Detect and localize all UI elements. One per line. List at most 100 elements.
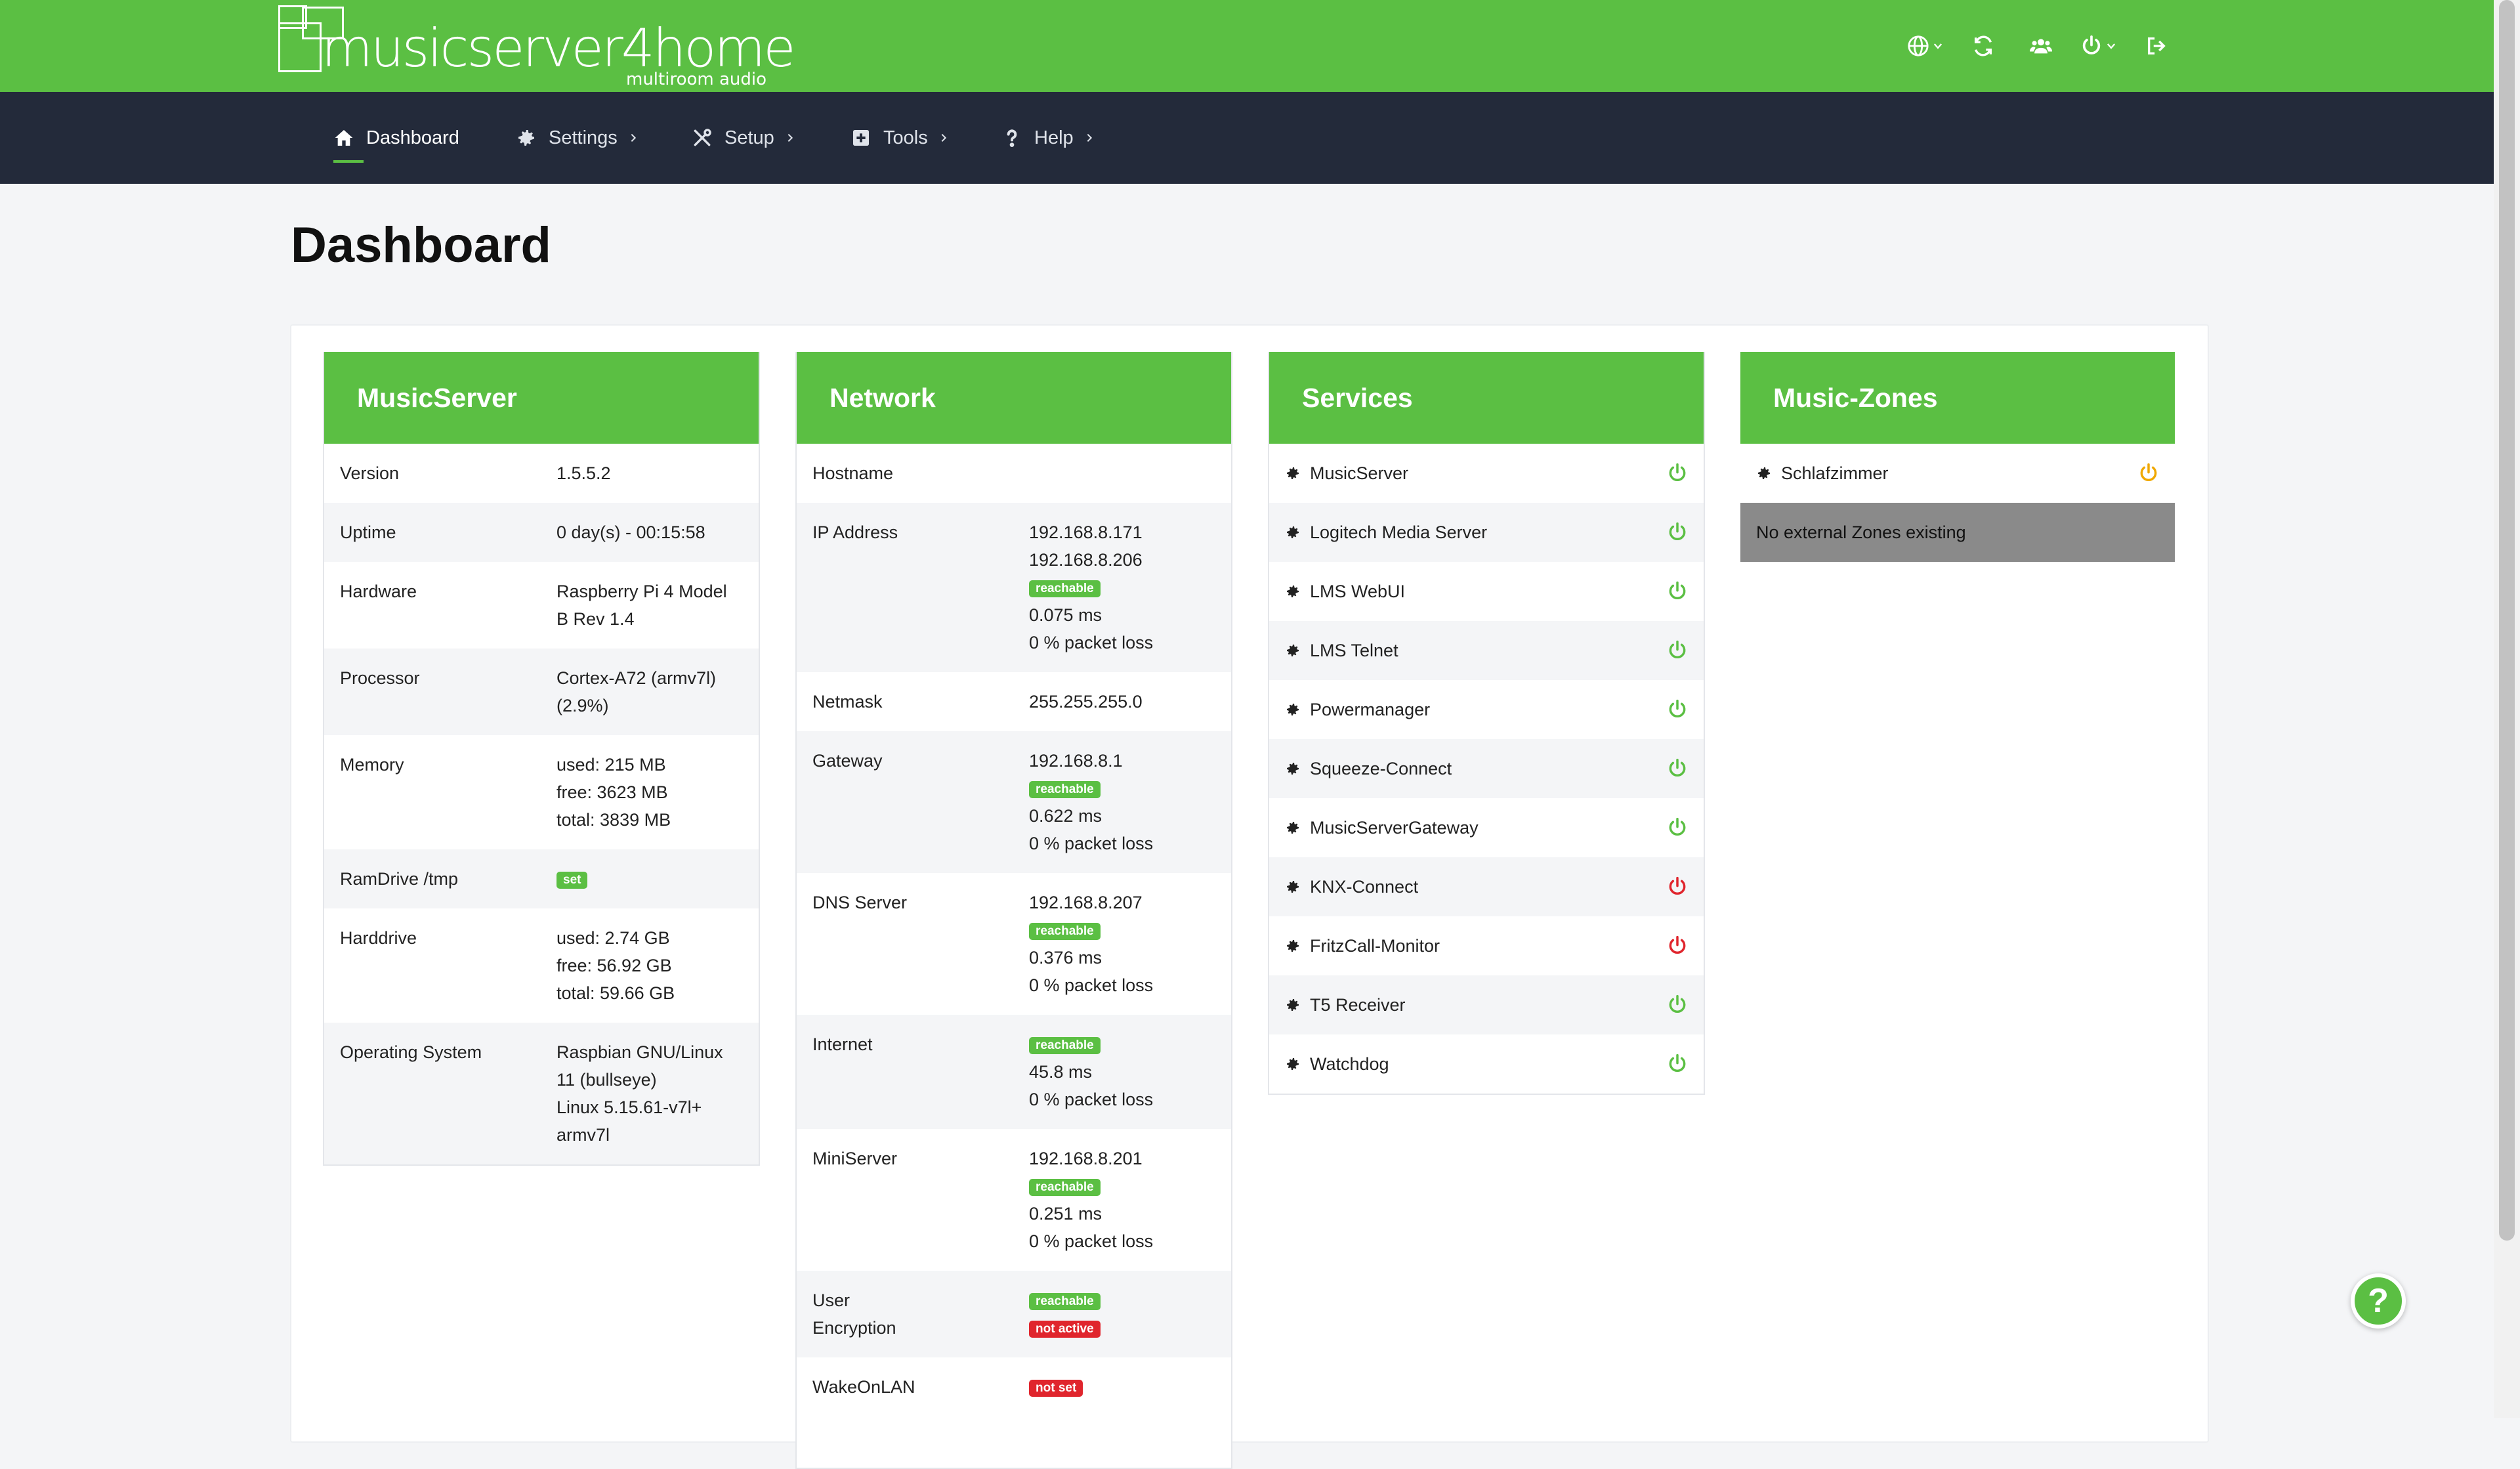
row-key: Operating System xyxy=(340,1042,482,1062)
net-row-miniserver: MiniServer 192.168.8.201 reachable 0.251… xyxy=(797,1129,1231,1271)
network-rows: Hostname IP Address 192.168.8.171 192.16… xyxy=(797,444,1231,1416)
power-status-icon[interactable] xyxy=(1667,758,1688,779)
power-status-icon[interactable] xyxy=(1667,522,1688,543)
value-line: 0 % packet loss xyxy=(1029,975,1154,995)
refresh-button[interactable] xyxy=(1954,28,2012,64)
badge-line: reachable xyxy=(1029,775,1215,802)
service-item[interactable]: Logitech Media Server xyxy=(1269,503,1704,562)
reachable-badge: reachable xyxy=(1029,922,1101,940)
gear-icon xyxy=(1287,1058,1299,1070)
net-row-ip: IP Address 192.168.8.171 192.168.8.206 r… xyxy=(797,503,1231,672)
reachable-badge: reachable xyxy=(1029,1036,1101,1054)
nav-label: Help xyxy=(1034,127,1074,148)
power-status-icon[interactable] xyxy=(1667,876,1688,897)
value-line: total: 59.66 GB xyxy=(556,983,675,1003)
service-label: Powermanager xyxy=(1310,699,1431,719)
row-key: Harddrive xyxy=(340,928,417,948)
row-value: reachable 45.8 ms 0 % packet loss xyxy=(1029,1031,1215,1113)
no-zones-message: No external Zones existing xyxy=(1740,503,2175,562)
main-nav: Dashboard Settings Setup Tools Help xyxy=(0,92,2494,184)
not-set-badge: not set xyxy=(1029,1379,1083,1397)
service-label: FritzCall-Monitor xyxy=(1310,935,1440,956)
zone-item[interactable]: Schlafzimmer xyxy=(1740,444,2175,503)
service-item[interactable]: MusicServerGateway xyxy=(1269,798,1704,857)
value-line: 45.8 ms xyxy=(1029,1062,1093,1082)
row-value: 192.168.8.201 reachable 0.251 ms 0 % pac… xyxy=(1029,1145,1215,1255)
service-item[interactable]: KNX-Connect xyxy=(1269,857,1704,916)
power-status-icon[interactable] xyxy=(1667,817,1688,838)
gear-icon xyxy=(1287,645,1299,656)
value-line: 0 % packet loss xyxy=(1029,1090,1154,1109)
nav-dashboard[interactable]: Dashboard xyxy=(333,92,459,184)
gear-icon xyxy=(1287,822,1299,834)
service-item[interactable]: LMS Telnet xyxy=(1269,621,1704,680)
nav-label: Tools xyxy=(883,127,928,148)
power-status-icon[interactable] xyxy=(2138,463,2159,484)
nav-settings[interactable]: Settings xyxy=(516,92,639,184)
chevron-down-icon xyxy=(2107,43,2116,49)
globe-icon xyxy=(1908,35,1929,56)
row-value: used: 215 MB free: 3623 MB total: 3839 M… xyxy=(556,751,743,834)
logout-button[interactable] xyxy=(2128,28,2185,64)
refresh-icon xyxy=(1974,35,1992,56)
row-key: Hardware xyxy=(340,582,417,601)
power-status-icon[interactable] xyxy=(1667,581,1688,602)
power-status-icon[interactable] xyxy=(1667,463,1688,484)
power-menu-button[interactable] xyxy=(2070,28,2128,64)
row-value: 192.168.8.1 reachable 0.622 ms 0 % packe… xyxy=(1029,747,1215,857)
page-scrollbar[interactable] xyxy=(2494,0,2520,1418)
value-line: Cortex-A72 (armv7l) xyxy=(556,668,717,688)
zones-card: Music-Zones Schlafzimmer No external Zon… xyxy=(1740,352,2175,562)
scrollbar-thumb[interactable] xyxy=(2499,0,2515,1241)
power-status-icon[interactable] xyxy=(1667,640,1688,661)
service-label: Squeeze-Connect xyxy=(1310,758,1452,778)
nav-setup[interactable]: Setup xyxy=(692,92,795,184)
net-row-dns: DNS Server 192.168.8.207 reachable 0.376… xyxy=(797,873,1231,1015)
power-status-icon[interactable] xyxy=(1667,994,1688,1015)
service-item[interactable]: Watchdog xyxy=(1269,1034,1704,1094)
value-line: 0 % packet loss xyxy=(1029,1231,1154,1251)
plus-square-icon xyxy=(853,130,869,146)
service-item[interactable]: Powermanager xyxy=(1269,680,1704,739)
info-row-os: Operating System Raspbian GNU/Linux 11 (… xyxy=(324,1023,759,1164)
chevron-down-icon xyxy=(1933,43,1942,49)
badge-line: not active xyxy=(1029,1314,1215,1342)
badge-line: reachable xyxy=(1029,574,1215,601)
language-button[interactable] xyxy=(1897,28,1954,64)
service-label: LMS WebUI xyxy=(1310,581,1406,601)
row-value: 0 day(s) - 00:15:58 xyxy=(556,519,743,546)
card-title: Network xyxy=(797,352,1231,444)
row-value xyxy=(1029,459,1215,487)
badge-line: reachable xyxy=(1029,1031,1215,1058)
service-label: Watchdog xyxy=(1310,1054,1389,1074)
service-item[interactable]: LMS WebUI xyxy=(1269,562,1704,621)
service-item[interactable]: FritzCall-Monitor xyxy=(1269,916,1704,975)
row-value: Raspbian GNU/Linux 11 (bullseye) Linux 5… xyxy=(556,1038,743,1149)
service-item[interactable]: T5 Receiver xyxy=(1269,975,1704,1034)
badge-line: reachable xyxy=(1029,1172,1215,1200)
row-key: Netmask xyxy=(812,692,883,712)
row-key: Hostname xyxy=(812,463,894,483)
brand-logo[interactable]: musicserver4home multiroom audio xyxy=(276,3,795,89)
value-line: 192.168.8.201 xyxy=(1029,1149,1143,1168)
power-status-icon[interactable] xyxy=(1667,935,1688,956)
value-line: 1.5.5.2 xyxy=(556,463,611,483)
service-label: MusicServer xyxy=(1310,463,1409,483)
nav-help[interactable]: Help xyxy=(1001,92,1095,184)
users-button[interactable] xyxy=(2012,28,2070,64)
info-row-hardware: Hardware Raspberry Pi 4 Model B Rev 1.4 xyxy=(324,562,759,649)
nav-tools[interactable]: Tools xyxy=(850,92,949,184)
row-key: Version xyxy=(340,463,400,483)
row-value: 192.168.8.207 reachable 0.376 ms 0 % pac… xyxy=(1029,889,1215,999)
value-line: Raspberry Pi 4 Model xyxy=(556,582,727,601)
status-badge: set xyxy=(556,871,588,889)
service-item[interactable]: Squeeze-Connect xyxy=(1269,739,1704,798)
power-status-icon[interactable] xyxy=(1667,1054,1688,1075)
service-item[interactable]: MusicServer xyxy=(1269,444,1704,503)
gear-icon xyxy=(518,130,534,146)
value-line: Raspbian GNU/Linux xyxy=(556,1042,723,1062)
logo-square xyxy=(278,22,322,72)
power-status-icon[interactable] xyxy=(1667,699,1688,720)
services-list: MusicServer Logitech Media Server LMS WebU… xyxy=(1269,444,1704,1094)
help-fab-button[interactable]: ? xyxy=(2351,1273,2406,1329)
